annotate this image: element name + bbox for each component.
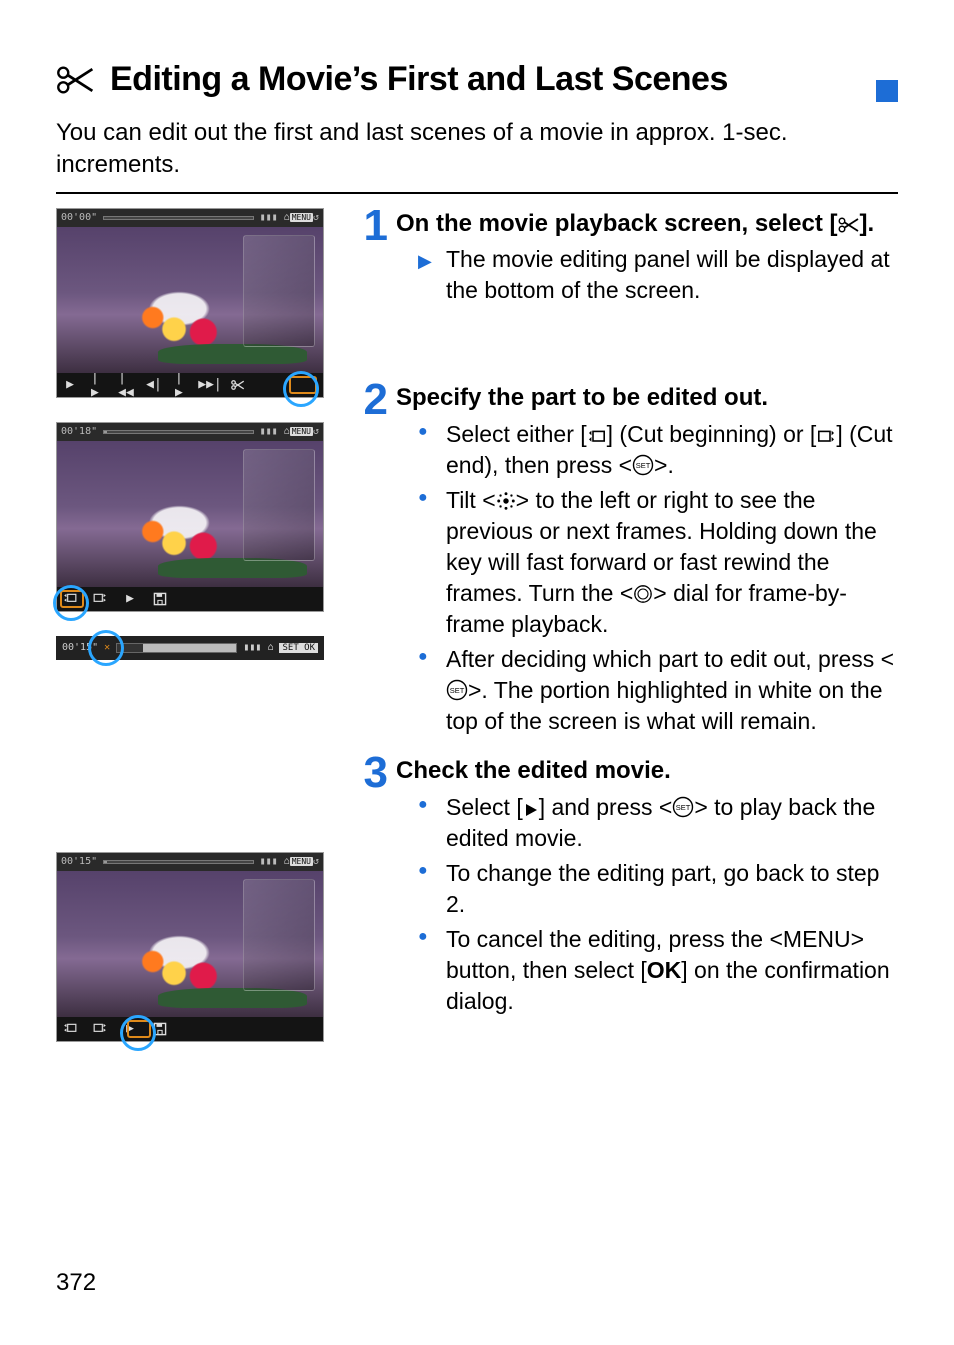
triangle-bullet-icon: ▶ [418,249,432,273]
svg-text:SET: SET [450,686,465,695]
cut-begin-icon [63,592,77,606]
step2-bullet-1: Select either [ ] (Cut beginning) or [ ]… [418,419,898,481]
scissors-icon [838,216,860,234]
set-button-icon: SET [672,796,694,818]
step-title: On the movie playback screen, select [ ]… [396,208,898,240]
set-ok-tag: SET OK [279,643,318,653]
steps-column: 1 On the movie playback screen, select [… [358,208,898,1042]
time-counter: 00'00" [61,212,97,223]
cut-end-icon [816,429,836,445]
intro-text: You can edit out the first and last scen… [56,117,898,182]
svg-text:SET: SET [636,461,651,470]
screenshot-framebar: 00'15" ✕ ▮▮▮ ⌂ SET OK [56,636,324,660]
time-counter: 00'15" [61,856,97,867]
step2-bullet-3: After deciding which part to edit out, p… [418,644,898,737]
step3-bullet-1: Select [ ] and press < SET > to play bac… [418,792,898,854]
screenshot-step2: 00'18" ▮▮▮ ⌂ MENU ↺ [56,422,324,612]
step-number: 2 [358,380,388,741]
quick-dial-icon [633,584,653,604]
save-icon [153,1022,167,1036]
time-counter: 00'18" [61,426,97,437]
cut-end-icon [93,1022,107,1036]
slow-icon: |▶ [91,378,105,392]
screenshot-step3: 00'15" ▮▮▮ ⌂ MENU ↺ [56,852,324,1042]
step-title: Specify the part to be edited out. [396,382,898,414]
frame-fwd-icon: |▶ [175,378,189,392]
menu-tag: MENU [290,857,313,866]
play-icon [523,802,539,818]
step1-result: ▶ The movie editing panel will be displa… [418,244,898,306]
step-2: 2 Specify the part to be edited out. Sel… [358,382,898,741]
step-title: Check the edited movie. [396,755,898,787]
cut-marker-icon: ✕ [104,642,110,653]
page-number: 372 [56,1269,96,1297]
first-frame-icon: |◀◀ [119,378,133,392]
section-marker [876,80,898,102]
cut-begin-icon [63,1022,77,1036]
menu-tag: MENU [290,427,313,436]
step-3: 3 Check the edited movie. Select [ ] and… [358,755,898,1021]
step-number: 3 [358,753,388,1021]
step-number: 1 [358,206,388,310]
thumbnail-column: 00'00" ▮▮▮ ⌂ MENU ↺ ▶ |▶ |◀◀ ◀| |▶ ▶▶| [56,208,346,1042]
menu-label: MENU [783,926,851,952]
joystick-icon [496,491,516,511]
last-frame-icon: ▶▶| [203,378,217,392]
step3-bullet-3: To cancel the editing, press the <MENU> … [418,924,898,1017]
step2-bullet-2: Tilt < > to the left or right to see the… [418,485,898,640]
cut-begin-icon [587,429,607,445]
set-button-icon: SET [632,454,654,476]
page-title-row: Editing a Movie’s First and Last Scenes [56,60,898,99]
play-icon: ▶ [123,1022,137,1036]
menu-tag: MENU [290,213,313,222]
scissors-icon [56,63,96,97]
step-1: 1 On the movie playback screen, select [… [358,208,898,310]
time-counter: 00'15" [62,642,98,653]
play-icon: ▶ [123,592,137,606]
edit-scissors-icon [231,378,245,392]
frame-back-icon: ◀| [147,378,161,392]
screenshot-step1: 00'00" ▮▮▮ ⌂ MENU ↺ ▶ |▶ |◀◀ ◀| |▶ ▶▶| [56,208,324,398]
save-icon [153,592,167,606]
set-button-icon: SET [446,679,468,701]
cut-end-icon [93,592,107,606]
svg-text:SET: SET [676,803,691,812]
divider [56,192,898,194]
step3-bullet-2: To change the editing part, go back to s… [418,858,898,920]
page-title: Editing a Movie’s First and Last Scenes [110,60,728,99]
play-icon: ▶ [63,378,77,392]
